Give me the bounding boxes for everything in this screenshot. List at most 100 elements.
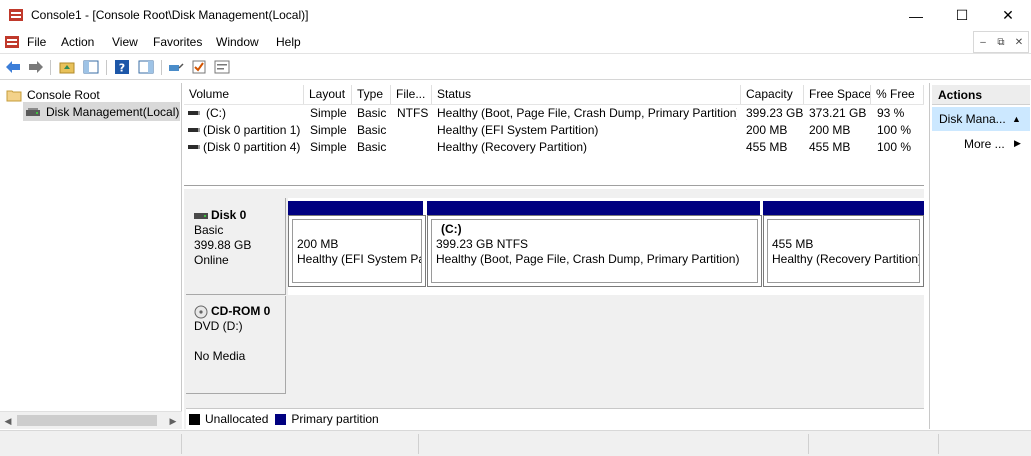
console-tree: Console Root [0, 83, 182, 429]
mdi-restore-button[interactable]: ⧉ [992, 32, 1010, 52]
cdrom-0-title: CD-ROM 0 [194, 304, 285, 319]
partition-inner: 455 MB Healthy (Recovery Partition) [767, 219, 920, 283]
column-header-volume[interactable]: Volume [184, 85, 304, 104]
partition-c[interactable]: (C:) 399.23 GB NTFS Healthy (Boot, Page … [427, 215, 762, 287]
cell-filesystem: NTFS [397, 106, 429, 120]
volume-name: (C:) [206, 106, 226, 120]
disk-graphical-view: Disk 0 Basic 399.88 GB Online 200 MB Hea… [184, 189, 924, 429]
toolbar-separator [50, 60, 51, 75]
cdrom-0-area [288, 296, 924, 394]
scrollbar-thumb[interactable] [17, 415, 157, 426]
cdrom-0-label[interactable]: CD-ROM 0 DVD (D:) No Media [186, 296, 286, 394]
column-header-filesystem[interactable]: File... [391, 85, 432, 104]
cell-free-space: 200 MB [809, 123, 851, 137]
table-row[interactable]: (Disk 0 partition 1) Simple Basic Health… [184, 122, 924, 139]
partition-size: 399.23 GB NTFS [436, 237, 529, 251]
forward-button[interactable] [27, 58, 45, 76]
partition-status: Healthy (EFI System Partition) [297, 252, 421, 266]
legend: Unallocated Primary partition [186, 408, 924, 429]
volume-icon [188, 110, 200, 115]
tree-item-disk-management[interactable]: Disk Management(Local) [25, 103, 179, 121]
connect-icon [169, 63, 184, 71]
cell-capacity: 200 MB [746, 123, 788, 137]
close-button[interactable]: ✕ [985, 0, 1031, 31]
unallocated-swatch [189, 413, 200, 425]
volume-name: (Disk 0 partition 1) [203, 123, 301, 137]
cell-type: Basic [357, 123, 387, 137]
cdrom-name: CD-ROM 0 [211, 304, 271, 318]
maximize-button[interactable]: ☐ [939, 0, 985, 31]
table-row[interactable]: (C:) Simple Basic NTFS Healthy (Boot, Pa… [184, 105, 924, 122]
partition-size: 200 MB [297, 237, 339, 251]
menu-favorites[interactable]: Favorites [153, 35, 202, 49]
disk-icon [194, 212, 208, 219]
legend-unallocated: Unallocated [205, 412, 269, 426]
up-one-level-button[interactable] [58, 58, 76, 76]
disk-management-icon [26, 108, 40, 116]
cell-type: Basic [357, 140, 387, 154]
disk-0-partitions: 200 MB Healthy (EFI System Partition) (C… [288, 198, 924, 295]
submenu-arrow-icon: ▶ [1014, 138, 1021, 148]
menu-window[interactable]: Window [216, 35, 259, 49]
cdrom-status: No Media [194, 349, 246, 363]
toolbar: ? [0, 53, 1031, 80]
actions-more[interactable]: More ... ▶ [964, 137, 1021, 151]
tree-item-label: Disk Management(Local) [46, 105, 180, 119]
disk-0-label[interactable]: Disk 0 Basic 399.88 GB Online [186, 198, 286, 295]
actions-section-disk-management[interactable]: Disk Mana... ▲ [932, 107, 1030, 131]
column-header-capacity[interactable]: Capacity [741, 85, 804, 104]
check-button[interactable] [190, 58, 208, 76]
title-bar: Console1 - [Console Root\Disk Management… [0, 0, 1031, 31]
cell-percent-free: 100 % [877, 140, 912, 154]
partition-bar [427, 201, 760, 215]
primary-partition-swatch [275, 413, 287, 425]
column-header-percent-free[interactable]: % Free [871, 85, 924, 104]
partition-label: (C:) [441, 222, 462, 236]
svg-text:?: ? [119, 62, 125, 75]
properties-button[interactable] [213, 58, 231, 76]
connect-button[interactable] [167, 58, 185, 76]
column-header-layout[interactable]: Layout [304, 85, 352, 104]
menu-view[interactable]: View [112, 35, 138, 49]
mdi-window-controls: – ⧉ ✕ [973, 31, 1029, 53]
toolbar-separator [161, 60, 162, 75]
cell-volume: (Disk 0 partition 1) [188, 122, 306, 138]
table-row[interactable]: (Disk 0 partition 4) Simple Basic Health… [184, 139, 924, 156]
mdi-minimize-button[interactable]: – [974, 32, 992, 52]
column-header-status[interactable]: Status [432, 85, 741, 104]
folder-icon [6, 90, 22, 102]
mdi-close-button[interactable]: ✕ [1010, 32, 1028, 52]
cell-free-space: 373.21 GB [809, 106, 867, 120]
tree-horizontal-scrollbar[interactable]: ◀ ▶ [0, 411, 182, 429]
forward-arrow-icon [29, 61, 43, 73]
collapse-up-icon[interactable]: ▲ [1012, 107, 1021, 131]
console-tree-icon [83, 60, 99, 74]
partition-recovery[interactable]: 455 MB Healthy (Recovery Partition) [763, 215, 924, 287]
help-button[interactable]: ? [113, 58, 131, 76]
menu-help[interactable]: Help [276, 35, 301, 49]
cell-type: Basic [357, 106, 387, 120]
menu-action[interactable]: Action [61, 35, 94, 49]
partition-bar [288, 201, 423, 215]
menu-file[interactable]: File [27, 35, 46, 49]
cell-percent-free: 100 % [877, 123, 912, 137]
show-hide-action-pane-button[interactable] [137, 58, 155, 76]
cell-layout: Simple [310, 140, 347, 154]
partition-efi[interactable]: 200 MB Healthy (EFI System Partition) [288, 215, 426, 287]
back-button[interactable] [4, 58, 22, 76]
status-divider [418, 434, 419, 454]
disk-type: Basic [194, 223, 224, 237]
system-menu-icon[interactable] [4, 34, 20, 50]
disk-0-title: Disk 0 [194, 208, 285, 223]
scroll-right-arrow-icon[interactable]: ▶ [165, 413, 181, 429]
column-header-free-space[interactable]: Free Space [804, 85, 871, 104]
scroll-left-arrow-icon[interactable]: ◀ [0, 413, 16, 429]
tree-item-label: Console Root [27, 88, 100, 102]
show-hide-console-tree-button[interactable] [82, 58, 100, 76]
actions-section-label: Disk Mana... [939, 112, 1006, 126]
disk-status: Online [194, 253, 229, 267]
cell-percent-free: 93 % [877, 106, 905, 120]
minimize-button[interactable]: — [893, 0, 939, 31]
column-header-type[interactable]: Type [352, 85, 391, 104]
